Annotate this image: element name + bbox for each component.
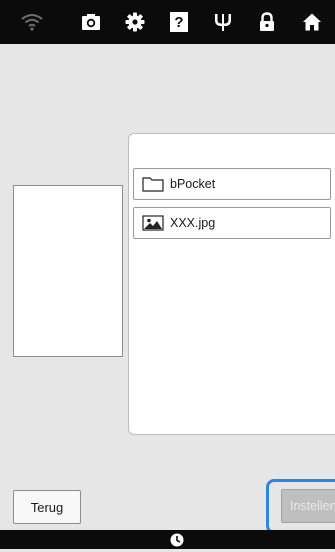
back-button[interactable]: Terug (13, 490, 81, 524)
folder-icon (142, 176, 164, 192)
gear-icon[interactable] (123, 10, 147, 34)
file-label: bPocket (170, 177, 216, 191)
top-toolbar: ? (0, 0, 335, 44)
bottom-status-bar (0, 530, 335, 549)
set-button[interactable]: Instellen (281, 489, 335, 523)
image-preview (13, 185, 123, 357)
home-icon[interactable] (300, 10, 324, 34)
list-item-xxx-jpg[interactable]: XXX.jpg (133, 207, 331, 239)
wifi-icon[interactable] (20, 10, 44, 34)
image-icon (142, 215, 164, 231)
lock-icon[interactable] (255, 10, 279, 34)
file-label: XXX.jpg (170, 216, 216, 230)
camera-icon[interactable] (79, 10, 103, 34)
help-glyph: ? (170, 12, 188, 32)
clock-icon[interactable] (170, 533, 184, 547)
needle-icon[interactable] (211, 10, 235, 34)
file-list-panel: bPocket XXX.jpg (128, 133, 335, 435)
list-item-bpocket[interactable]: bPocket (133, 168, 331, 200)
help-icon[interactable]: ? (167, 10, 191, 34)
